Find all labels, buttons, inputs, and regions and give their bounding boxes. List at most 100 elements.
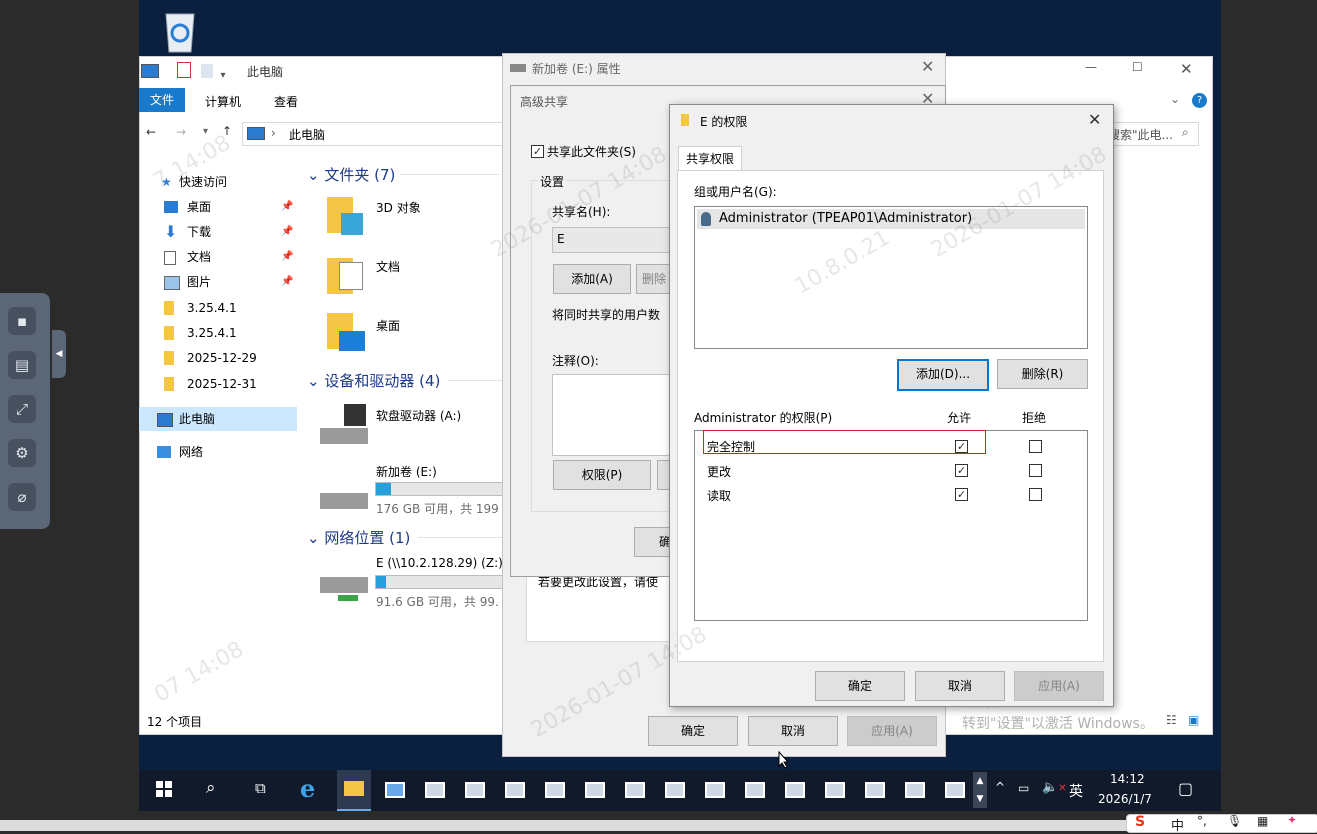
folder-label[interactable]: 桌面 bbox=[376, 317, 400, 334]
local-disk-icon[interactable] bbox=[320, 487, 370, 513]
taskbar-scroll-icon[interactable]: ▲ ▼ bbox=[973, 772, 987, 808]
share-folder-label[interactable]: 共享此文件夹(S) bbox=[547, 143, 636, 160]
share-remove-button[interactable]: 删除 bbox=[636, 264, 672, 294]
file-explorer-taskbar-icon[interactable] bbox=[337, 770, 371, 811]
taskbar-window-button[interactable] bbox=[425, 782, 445, 798]
properties-close-button[interactable]: ✕ bbox=[921, 57, 934, 76]
drive-label[interactable]: E (\\10.2.128.29) (Z:) bbox=[376, 556, 503, 570]
sogou-logo-icon[interactable]: S bbox=[1135, 814, 1145, 830]
clipboard-icon[interactable]: ▤ bbox=[8, 351, 36, 379]
tray-overflow-icon[interactable]: ^ bbox=[995, 780, 1005, 794]
taskbar-window-button[interactable] bbox=[745, 782, 765, 798]
taskbar-window-button[interactable] bbox=[665, 782, 685, 798]
3d-objects-folder-icon[interactable] bbox=[327, 197, 365, 235]
microphone-icon[interactable]: 🎙 bbox=[1227, 814, 1242, 828]
taskbar-window-button[interactable] bbox=[905, 782, 925, 798]
taskbar-window-button[interactable] bbox=[545, 782, 565, 798]
change-deny-checkbox[interactable] bbox=[1029, 464, 1042, 477]
taskbar-window-button[interactable] bbox=[785, 782, 805, 798]
new-folder-icon[interactable] bbox=[200, 64, 213, 78]
permissions-button[interactable]: 权限(P) bbox=[553, 460, 651, 490]
ribbon-expand-icon[interactable]: ⌄ bbox=[1170, 92, 1180, 106]
add-user-button[interactable]: 添加(D)... bbox=[897, 359, 989, 391]
nav-item-network[interactable]: 网络 bbox=[139, 440, 297, 464]
search-input[interactable]: 搜索"此电... ⌕ bbox=[1105, 122, 1199, 146]
properties-ok-button[interactable]: 确定 bbox=[648, 716, 738, 746]
start-button[interactable] bbox=[156, 781, 172, 797]
ime-chinese-mode[interactable]: 中 bbox=[1171, 815, 1184, 834]
notification-icon[interactable]: ▢ bbox=[1178, 779, 1193, 798]
apps-icon[interactable]: ▪ bbox=[8, 307, 36, 335]
nav-item-folder[interactable]: 3.25.4.1 bbox=[139, 321, 297, 345]
tab-file[interactable]: 文件 bbox=[139, 88, 185, 112]
breadcrumb[interactable]: 此电脑 bbox=[289, 126, 325, 143]
internet-explorer-icon[interactable]: e bbox=[300, 774, 315, 803]
floppy-drive-icon[interactable] bbox=[320, 404, 372, 446]
advanced-sharing-ok-button[interactable]: 确 bbox=[634, 527, 672, 557]
full-control-deny-checkbox[interactable] bbox=[1029, 440, 1042, 453]
remove-user-button[interactable]: 删除(R) bbox=[997, 359, 1088, 389]
permissions-cancel-button[interactable]: 取消 bbox=[915, 671, 1005, 701]
punctuation-icon[interactable]: °, bbox=[1197, 814, 1207, 828]
taskbar-window-button[interactable] bbox=[505, 782, 525, 798]
address-bar[interactable]: › 此电脑 bbox=[242, 122, 509, 146]
properties-cancel-button[interactable]: 取消 bbox=[748, 716, 838, 746]
taskbar-window-button[interactable] bbox=[705, 782, 725, 798]
clock-time[interactable]: 14:12 bbox=[1110, 772, 1145, 786]
maximize-button[interactable]: ☐ bbox=[1132, 60, 1143, 74]
disconnect-icon[interactable]: ⌀ bbox=[8, 483, 36, 511]
read-deny-checkbox[interactable] bbox=[1029, 488, 1042, 501]
ime-indicator[interactable]: 英 bbox=[1069, 781, 1083, 801]
pin-icon[interactable]: 📌 bbox=[281, 245, 293, 269]
permissions-close-button[interactable]: ✕ bbox=[1088, 110, 1101, 129]
skin-icon[interactable]: ✦ bbox=[1287, 813, 1297, 827]
search-icon[interactable]: ⌕ bbox=[206, 778, 216, 798]
task-view-icon[interactable]: ⧉ bbox=[255, 779, 266, 797]
network-drive-icon[interactable] bbox=[320, 573, 370, 607]
documents-folder-icon[interactable] bbox=[327, 254, 365, 294]
taskbar-window-button[interactable] bbox=[625, 782, 645, 798]
fullscreen-icon[interactable]: ⤢ bbox=[8, 395, 36, 423]
clock-date[interactable]: 2026/1/7 bbox=[1098, 792, 1152, 806]
keyboard-icon[interactable]: ▦ bbox=[1257, 814, 1268, 828]
nav-item-folder[interactable]: 2025-12-29 bbox=[139, 346, 297, 370]
change-allow-checkbox[interactable]: ✓ bbox=[955, 464, 968, 477]
large-icons-view-icon[interactable]: ▣ bbox=[1188, 713, 1199, 727]
toolbar-collapse-handle[interactable]: ◀ bbox=[52, 330, 66, 378]
taskbar-window-button[interactable] bbox=[945, 782, 965, 798]
minimize-button[interactable]: — bbox=[1085, 60, 1097, 74]
nav-item-folder[interactable]: 2025-12-31 bbox=[139, 372, 297, 396]
nav-item-folder[interactable]: 3.25.4.1 bbox=[139, 296, 297, 320]
folder-label[interactable]: 3D 对象 bbox=[376, 199, 421, 216]
share-folder-checkbox[interactable]: ✓ bbox=[531, 145, 544, 158]
recent-dropdown-icon[interactable]: ▾ bbox=[203, 126, 208, 137]
folder-label[interactable]: 文档 bbox=[376, 258, 400, 275]
nav-quick-access[interactable]: ★ 快速访问 bbox=[139, 170, 297, 194]
gear-icon[interactable]: ⚙ bbox=[8, 439, 36, 467]
taskbar-window-button[interactable] bbox=[385, 782, 405, 798]
nav-item-desktop[interactable]: 桌面 📌 bbox=[139, 195, 297, 219]
recycle-bin-icon[interactable] bbox=[160, 8, 200, 54]
nav-item-documents[interactable]: 文档 📌 bbox=[139, 245, 297, 269]
taskbar-window-button[interactable] bbox=[585, 782, 605, 798]
read-allow-checkbox[interactable]: ✓ bbox=[955, 488, 968, 501]
section-folders[interactable]: ⌄ 文件夹 (7) bbox=[307, 164, 395, 185]
volume-muted-icon[interactable]: 🔈✕ bbox=[1042, 780, 1067, 795]
tab-view[interactable]: 查看 bbox=[274, 93, 298, 110]
chevron-down-icon[interactable]: ▾ bbox=[220, 70, 225, 81]
pin-icon[interactable]: 📌 bbox=[281, 195, 293, 219]
comment-input[interactable] bbox=[552, 374, 672, 456]
help-icon[interactable]: ? bbox=[1192, 93, 1207, 108]
details-view-icon[interactable]: ☷ bbox=[1166, 713, 1177, 727]
close-button[interactable]: ✕ bbox=[1180, 60, 1193, 78]
back-button[interactable]: ← bbox=[146, 125, 156, 139]
nav-item-downloads[interactable]: ⬇ 下载 📌 bbox=[139, 220, 297, 244]
permissions-apply-button[interactable]: 应用(A) bbox=[1014, 671, 1104, 701]
properties-icon[interactable] bbox=[176, 62, 191, 78]
nav-item-this-pc[interactable]: 此电脑 bbox=[139, 407, 297, 431]
drive-label[interactable]: 软盘驱动器 (A:) bbox=[376, 407, 461, 424]
share-add-button[interactable]: 添加(A) bbox=[553, 264, 631, 294]
user-list-item[interactable]: Administrator (TPEAP01\Administrator) bbox=[697, 209, 1085, 229]
drive-label[interactable]: 新加卷 (E:) bbox=[376, 463, 437, 480]
properties-apply-button[interactable]: 应用(A) bbox=[847, 716, 937, 746]
